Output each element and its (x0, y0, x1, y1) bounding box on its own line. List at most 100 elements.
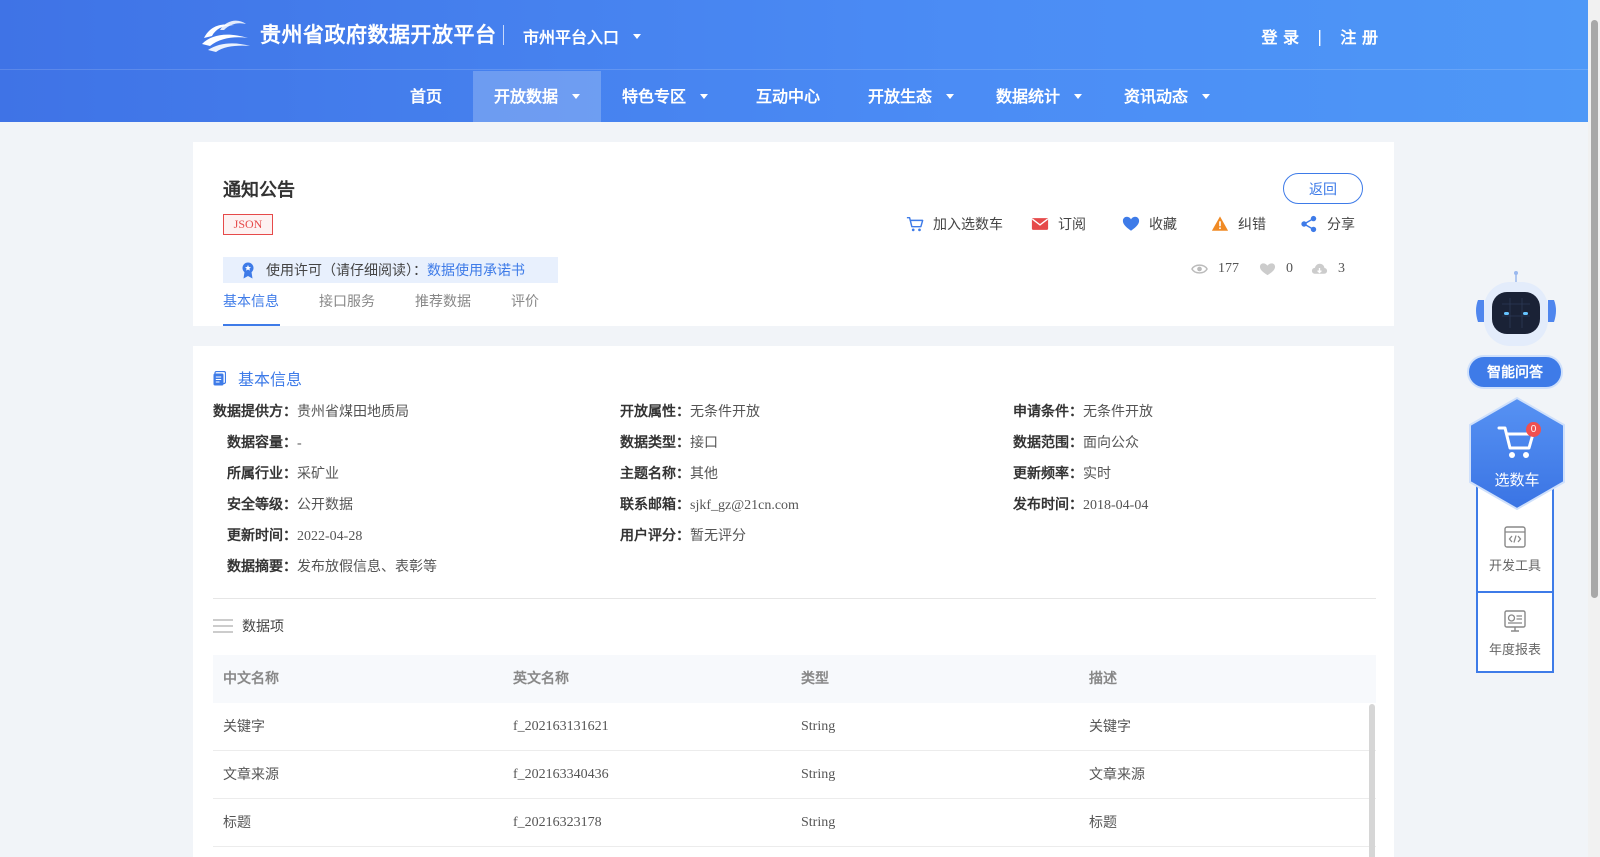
add-to-cart-label: 加入选数车 (933, 217, 1003, 233)
nav-interaction[interactable]: 互动中心 (729, 71, 847, 122)
add-to-cart-button[interactable]: 加入选数车 (906, 210, 1003, 238)
subscribe-button[interactable]: 订阅 (1031, 210, 1086, 238)
info-value: - (297, 436, 302, 451)
ai-robot-icon[interactable] (1470, 270, 1562, 350)
ai-assistant-button[interactable]: 智能问答 (1467, 355, 1563, 389)
city-platform-dropdown[interactable]: 市州平台入口 (523, 24, 642, 48)
main-nav: 首页 开放数据 特色专区 互动中心 开放生态 数据统计 资讯动态 (0, 71, 1600, 122)
tab-reviews[interactable]: 评价 (511, 291, 539, 326)
tab-recommended[interactable]: 推荐数据 (415, 291, 471, 326)
column-header: 中文名称 (223, 671, 279, 687)
dev-tools-button[interactable]: 开发工具 (1478, 509, 1552, 589)
table-row: 文章来源 f_202163340436 String 文章来源 (213, 751, 1376, 799)
cart-label: 选数车 (1494, 471, 1540, 489)
info-key: 更新时间： (227, 528, 297, 544)
nav-label: 开放生态 (867, 87, 932, 106)
table-cell: 文章来源 (223, 767, 279, 783)
nav-news[interactable]: 资讯动态 (1103, 71, 1231, 122)
info-key: 用户评分： (620, 528, 690, 544)
dev-tools-label: 开发工具 (1488, 558, 1541, 574)
nav-label: 互动中心 (755, 87, 820, 106)
page-scrollbar[interactable] (1588, 0, 1600, 857)
table-cell: String (801, 815, 836, 830)
nav-home[interactable]: 首页 (376, 71, 476, 122)
info-data-type: 数据类型：接口 (620, 432, 718, 452)
eye-icon (1191, 264, 1208, 274)
data-items-heading: 数据项 (213, 616, 284, 636)
info-summary: 数据摘要：发布放假信息、表彰等 (227, 556, 437, 576)
column-header: 英文名称 (513, 671, 569, 687)
table-cell: 关键字 (223, 719, 265, 735)
info-value: 面向公众 (1083, 436, 1139, 451)
nav-statistics[interactable]: 数据统计 (975, 71, 1103, 122)
site-header: 贵州省政府数据开放平台 市州平台入口 登 录 | 注 册 首页 开放数据 特色专… (0, 0, 1600, 122)
nav-ecosystem[interactable]: 开放生态 (847, 71, 975, 122)
logo-icon (202, 20, 250, 52)
auth-separator: | (1317, 26, 1323, 46)
info-key: 申请条件： (1013, 404, 1083, 420)
info-key: 开放属性： (620, 404, 690, 420)
info-update-frequency: 更新频率：实时 (1013, 463, 1111, 483)
table-cell: 关键字 (1089, 719, 1131, 735)
table-scrollbar[interactable] (1369, 704, 1375, 857)
info-value: 实时 (1083, 467, 1111, 482)
view-count-value: 177 (1218, 261, 1239, 276)
table-cell: String (801, 767, 836, 782)
info-value: 公开数据 (297, 498, 353, 513)
mail-icon (1031, 218, 1049, 230)
table-cell: 标题 (1089, 815, 1117, 831)
page-title: 通知公告 (223, 180, 295, 201)
nav-label: 首页 (409, 87, 442, 106)
like-count-value: 0 (1286, 261, 1293, 276)
cart-icon (906, 216, 924, 232)
chevron-down-icon (946, 94, 954, 99)
login-link[interactable]: 登 录 (1261, 24, 1299, 48)
nav-open-data[interactable]: 开放数据 (473, 71, 601, 122)
table-cell: 文章来源 (1089, 767, 1145, 783)
page-scrollbar-thumb[interactable] (1591, 20, 1598, 598)
list-icon (213, 619, 233, 633)
info-key: 发布时间： (1013, 497, 1083, 513)
info-security-level: 安全等级：公开数据 (227, 494, 353, 514)
nav-featured[interactable]: 特色专区 (601, 71, 729, 122)
info-key: 数据提供方： (213, 404, 297, 420)
nav-label: 开放数据 (493, 87, 558, 106)
info-topic: 主题名称：其他 (620, 463, 718, 483)
info-value: 暂无评分 (690, 529, 746, 544)
table-header: 中文名称 英文名称 类型 描述 (213, 655, 1376, 703)
info-value: 发布放假信息、表彰等 (297, 560, 437, 575)
info-value: 其他 (690, 467, 718, 482)
report-error-button[interactable]: 纠错 (1211, 210, 1266, 238)
info-apply-condition: 申请条件：无条件开放 (1013, 401, 1153, 421)
basic-info-title: 基本信息 (238, 370, 303, 389)
info-key: 更新频率： (1013, 466, 1083, 482)
register-link[interactable]: 注 册 (1340, 24, 1378, 48)
info-value: 采矿业 (297, 467, 339, 482)
info-value: 2018-04-04 (1083, 498, 1149, 513)
download-count: 3 (1311, 261, 1345, 277)
nav-label: 资讯动态 (1123, 87, 1188, 106)
dataset-actions: 加入选数车 订阅 收藏 纠错 分享 (193, 210, 1394, 238)
tab-api-service[interactable]: 接口服务 (319, 291, 375, 326)
basic-info-heading: 基本信息 (213, 366, 302, 390)
favorite-button[interactable]: 收藏 (1122, 210, 1177, 238)
share-label: 分享 (1327, 217, 1355, 233)
document-icon (213, 370, 226, 385)
info-key: 主题名称： (620, 466, 690, 482)
column-header: 描述 (1089, 671, 1117, 687)
site-title: 贵州省政府数据开放平台 (260, 23, 497, 47)
heart-icon (1122, 216, 1140, 231)
info-update-time: 更新时间：2022-04-28 (227, 525, 362, 545)
basic-info-panel: 基本信息 数据提供方：贵州省煤田地质局 数据容量：- 所属行业：采矿业 安全等级… (193, 346, 1394, 857)
chevron-down-icon (633, 33, 642, 39)
cart-count-badge: 0 (1526, 422, 1541, 437)
site-logo[interactable]: 贵州省政府数据开放平台 (200, 14, 497, 54)
info-key: 数据类型： (620, 435, 690, 451)
info-value: sjkf_gz@21cn.com (690, 498, 799, 513)
report-error-label: 纠错 (1238, 217, 1266, 233)
share-button[interactable]: 分享 (1300, 210, 1355, 238)
tab-basic-info[interactable]: 基本信息 (223, 291, 280, 326)
subscribe-label: 订阅 (1058, 217, 1086, 233)
back-button[interactable]: 返回 (1283, 173, 1363, 204)
annual-report-button[interactable]: 年度报表 (1478, 593, 1552, 673)
